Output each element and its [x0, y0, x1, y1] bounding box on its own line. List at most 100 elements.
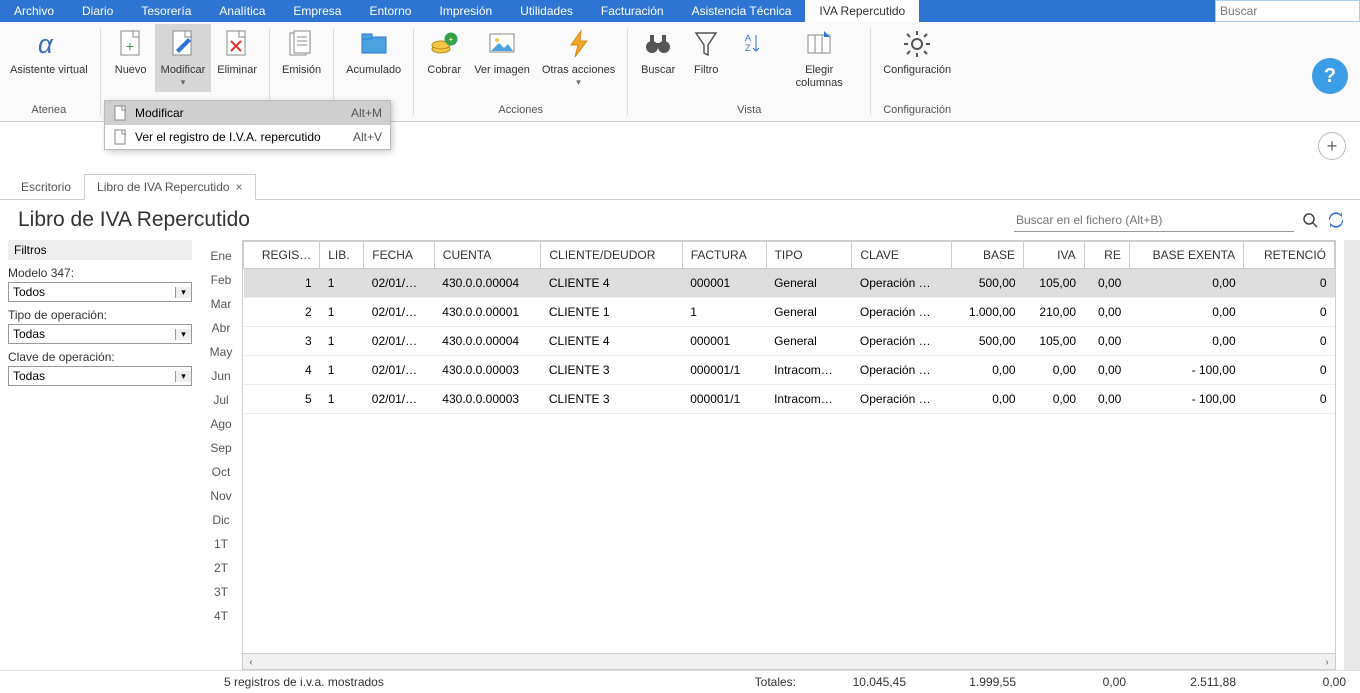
- file-search-input[interactable]: [1014, 209, 1294, 232]
- cell: 1: [320, 269, 364, 298]
- col-header-0[interactable]: REGIS…: [244, 242, 320, 269]
- menu-item-entorno[interactable]: Entorno: [355, 0, 425, 22]
- col-header-12[interactable]: RETENCIÓ: [1244, 242, 1335, 269]
- month-ene[interactable]: Ene: [200, 244, 242, 268]
- month-dic[interactable]: Dic: [200, 508, 242, 532]
- close-icon[interactable]: ×: [236, 180, 243, 194]
- menu-item-tesorería[interactable]: Tesorería: [127, 0, 205, 22]
- ribbon-buscar-button[interactable]: Buscar: [634, 24, 682, 81]
- col-header-11[interactable]: BASE EXENTA: [1129, 242, 1243, 269]
- cell: Operación …: [852, 269, 952, 298]
- menu-item-impresión[interactable]: Impresión: [425, 0, 506, 22]
- ribbon-eliminar-button[interactable]: Eliminar: [211, 24, 263, 81]
- cell: Operación …: [852, 298, 952, 327]
- global-search[interactable]: [1215, 0, 1360, 22]
- cell: CLIENTE 3: [541, 356, 682, 385]
- ribbon-group-Atenea: αAsistente virtualAtenea: [0, 22, 98, 121]
- ribbon-columnas-button[interactable]: Elegir columnas: [774, 24, 864, 94]
- ribbon-modificar-button[interactable]: Modificar▾: [155, 24, 212, 92]
- ribbon-verimg-button[interactable]: Ver imagen: [468, 24, 536, 81]
- col-header-6[interactable]: TIPO: [766, 242, 852, 269]
- add-button[interactable]: +: [1318, 132, 1346, 160]
- cell: 02/01/…: [364, 385, 435, 414]
- cell: 0,00: [1024, 356, 1085, 385]
- col-header-1[interactable]: LIB.: [320, 242, 364, 269]
- file-search-button[interactable]: [1300, 210, 1320, 230]
- ribbon-config-button[interactable]: Configuración: [877, 24, 957, 81]
- ribbon-filtro-button[interactable]: Filtro: [682, 24, 730, 81]
- vertical-scrollbar[interactable]: [1344, 240, 1360, 670]
- month-3t[interactable]: 3T: [200, 580, 242, 604]
- month-mar[interactable]: Mar: [200, 292, 242, 316]
- menu-item-facturación[interactable]: Facturación: [587, 0, 678, 22]
- cell: 02/01/…: [364, 356, 435, 385]
- totals-row: Totales: 10.045,45 1.999,55 0,00 2.511,8…: [755, 675, 1346, 689]
- table-row[interactable]: 1102/01/…430.0.0.00004CLIENTE 4000001Gen…: [244, 269, 1335, 298]
- menu-item-empresa[interactable]: Empresa: [279, 0, 355, 22]
- month-nov[interactable]: Nov: [200, 484, 242, 508]
- ribbon-acumulado-button[interactable]: Acumulado: [340, 24, 407, 81]
- month-jun[interactable]: Jun: [200, 364, 242, 388]
- ribbon-nuevo-button[interactable]: +Nuevo: [107, 24, 155, 81]
- data-grid[interactable]: REGIS…LIB.FECHACUENTACLIENTE/DEUDORFACTU…: [243, 241, 1335, 653]
- col-header-4[interactable]: CLIENTE/DEUDOR: [541, 242, 682, 269]
- table-row[interactable]: 4102/01/…430.0.0.00003CLIENTE 3000001/1I…: [244, 356, 1335, 385]
- month-ago[interactable]: Ago: [200, 412, 242, 436]
- menu-item-asistencia-técnica[interactable]: Asistencia Técnica: [678, 0, 806, 22]
- scroll-left-icon[interactable]: ‹: [243, 654, 259, 670]
- cell: General: [766, 298, 852, 327]
- month-4t[interactable]: 4T: [200, 604, 242, 628]
- filter-combo-0[interactable]: Todos▾: [8, 282, 192, 302]
- month-may[interactable]: May: [200, 340, 242, 364]
- col-header-5[interactable]: FACTURA: [682, 242, 766, 269]
- refresh-button[interactable]: [1326, 210, 1346, 230]
- month-feb[interactable]: Feb: [200, 268, 242, 292]
- svg-text:Z: Z: [745, 43, 751, 53]
- filter-combo-2[interactable]: Todas▾: [8, 366, 192, 386]
- menu-item-utilidades[interactable]: Utilidades: [506, 0, 587, 22]
- table-row[interactable]: 2102/01/…430.0.0.00001CLIENTE 11GeneralO…: [244, 298, 1335, 327]
- month-1t[interactable]: 1T: [200, 532, 242, 556]
- month-abr[interactable]: Abr: [200, 316, 242, 340]
- ribbon-emision-button[interactable]: Emisión: [276, 24, 327, 81]
- ribbon-asistente-button[interactable]: αAsistente virtual: [4, 24, 94, 81]
- filter-combo-1[interactable]: Todas▾: [8, 324, 192, 344]
- col-header-7[interactable]: CLAVE: [852, 242, 952, 269]
- scroll-right-icon[interactable]: ›: [1319, 654, 1335, 670]
- horizontal-scrollbar[interactable]: ‹ ›: [243, 653, 1335, 669]
- cell: 430.0.0.00004: [434, 327, 541, 356]
- col-header-9[interactable]: IVA: [1024, 242, 1085, 269]
- dropdown-item-ver-el-registro-de-i-v-a-repercutido[interactable]: Ver el registro de I.V.A. repercutidoAlt…: [105, 125, 390, 149]
- chevron-down-icon[interactable]: ▾: [175, 371, 191, 382]
- chevron-down-icon[interactable]: ▾: [175, 287, 191, 298]
- dropdown-item-modificar[interactable]: ModificarAlt+M: [105, 101, 390, 125]
- month-jul[interactable]: Jul: [200, 388, 242, 412]
- help-button[interactable]: ?: [1312, 58, 1348, 94]
- col-header-2[interactable]: FECHA: [364, 242, 435, 269]
- dropdown-label: Ver el registro de I.V.A. repercutido: [135, 130, 347, 144]
- ribbon-orden-button[interactable]: AZ: [730, 24, 774, 68]
- month-sep[interactable]: Sep: [200, 436, 242, 460]
- month-2t[interactable]: 2T: [200, 556, 242, 580]
- col-header-8[interactable]: BASE: [952, 242, 1024, 269]
- doc-tab-escritorio[interactable]: Escritorio: [8, 174, 84, 200]
- menu-item-diario[interactable]: Diario: [68, 0, 127, 22]
- global-search-input[interactable]: [1216, 3, 1359, 19]
- menu-item-analítica[interactable]: Analítica: [205, 0, 279, 22]
- menu-item-archivo[interactable]: Archivo: [0, 0, 68, 22]
- ribbon-cobrar-button[interactable]: +Cobrar: [420, 24, 468, 81]
- menu-item-iva-repercutido[interactable]: IVA Repercutido: [805, 0, 919, 22]
- col-header-3[interactable]: CUENTA: [434, 242, 541, 269]
- month-oct[interactable]: Oct: [200, 460, 242, 484]
- filter-label-0: Modelo 347:: [8, 266, 192, 280]
- doc-tab-libro-de-iva-repercutido[interactable]: Libro de IVA Repercutido×: [84, 174, 256, 200]
- ribbon-otras-button[interactable]: Otras acciones▾: [536, 24, 621, 92]
- ribbon-nuevo-label: Nuevo: [115, 64, 147, 77]
- col-header-10[interactable]: RE: [1084, 242, 1129, 269]
- ribbon-emision-label: Emisión: [282, 64, 321, 77]
- filters-title: Filtros: [8, 240, 192, 260]
- table-row[interactable]: 5102/01/…430.0.0.00003CLIENTE 3000001/1I…: [244, 385, 1335, 414]
- ribbon-filtro-label: Filtro: [694, 64, 718, 77]
- table-row[interactable]: 3102/01/…430.0.0.00004CLIENTE 4000001Gen…: [244, 327, 1335, 356]
- chevron-down-icon[interactable]: ▾: [175, 329, 191, 340]
